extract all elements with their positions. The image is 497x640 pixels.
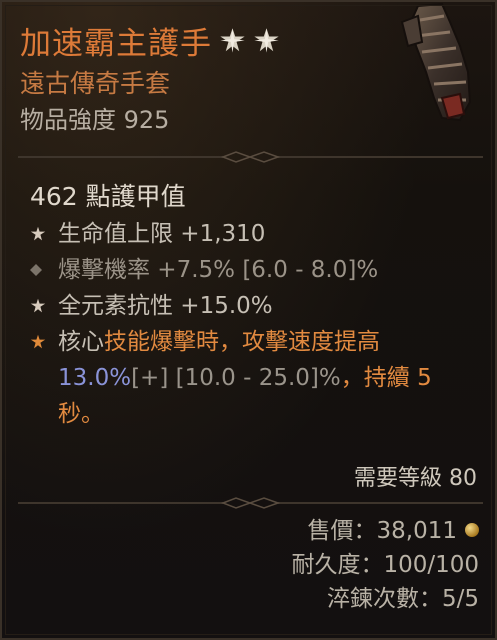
affix-text: 爆擊機率 +7.5% [6.0 - 8.0]% <box>58 257 379 283</box>
affix-row: 爆擊機率 +7.5% [6.0 - 8.0]% <box>30 252 480 288</box>
item-footer: 售價：38,011 耐久度：100/100 淬鍊次數：5/5 <box>291 514 479 616</box>
durability-value: 100/100 <box>383 552 479 578</box>
durability-label: 耐久度： <box>291 552 384 578</box>
item-power-label: 物品強度 <box>20 106 116 134</box>
item-power: 物品強度 925 <box>20 102 400 138</box>
affix-text: 生命值上限 +1,310 <box>58 221 266 247</box>
item-name: 加速霸主護手 <box>20 25 212 62</box>
affix-text: 全元素抗性 +15.0% <box>58 293 273 319</box>
level-requirement: 需要等級 80 <box>354 466 477 491</box>
affix-row: 生命值上限 +1,310 <box>30 216 480 252</box>
item-stats: 462 點護甲值 生命值上限 +1,310 爆擊機率 +7.5% [6.0 - … <box>30 178 480 432</box>
section-divider <box>18 151 483 163</box>
diamond-bullet-icon <box>30 252 58 288</box>
item-power-value: 925 <box>123 106 170 134</box>
aspect-highlight: 技能爆擊時，攻擊速度提高 <box>104 329 380 355</box>
sell-value: 38,011 <box>376 518 457 544</box>
durability-row: 耐久度：100/100 <box>291 548 479 582</box>
aspect-suffix-2: 秒。 <box>58 401 104 427</box>
temper-label: 淬鍊次數： <box>326 586 442 612</box>
gauntlet-icon <box>400 2 472 122</box>
sell-label: 售價： <box>307 518 377 544</box>
armor-value: 462 點護甲值 <box>30 182 186 211</box>
legendary-aspect: 核心技能爆擊時，攻擊速度提高 13.0%[+] [10.0 - 25.0]%，持… <box>30 324 480 432</box>
sell-value-row: 售價：38,011 <box>291 514 479 548</box>
item-type-line: 遠古傳奇手套 <box>20 69 171 98</box>
aspect-value: 13.0% <box>58 365 132 391</box>
greater-affix-star-icon <box>254 27 279 53</box>
greater-affix-star-icon <box>220 27 245 53</box>
item-tooltip: 加速霸主護手 遠古傳奇手套 物品強度 925 462 點護甲值 生命值上限 +1… <box>0 0 497 640</box>
affix-row: 全元素抗性 +15.0% <box>30 288 480 324</box>
aspect-prefix: 核心 <box>58 329 104 355</box>
star-bullet-icon <box>30 288 58 324</box>
legendary-star-icon <box>30 324 58 360</box>
title-row: 加速霸主護手 <box>20 16 400 64</box>
coin-icon <box>465 522 479 537</box>
aspect-suffix: ，持續 5 <box>340 365 432 391</box>
tooltip-header: 加速霸主護手 遠古傳奇手套 物品強度 925 <box>20 16 400 138</box>
aspect-text: 核心技能爆擊時，攻擊速度提高 13.0%[+] [10.0 - 25.0]%，持… <box>58 324 432 432</box>
star-bullet-icon <box>30 216 58 252</box>
temper-row: 淬鍊次數：5/5 <box>291 582 479 616</box>
section-divider <box>18 497 483 509</box>
temper-value: 5/5 <box>441 586 479 612</box>
aspect-range: [+] [10.0 - 25.0]% <box>131 365 341 391</box>
